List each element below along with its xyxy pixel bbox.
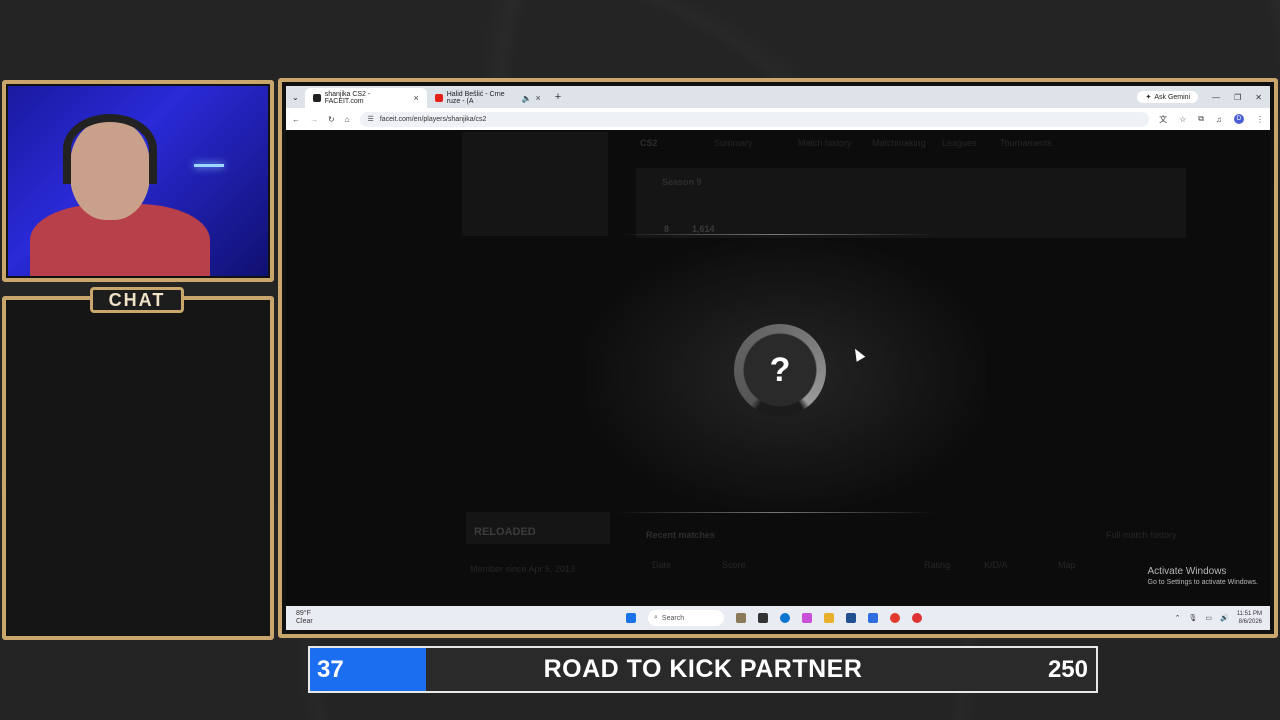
profile-avatar[interactable]: D bbox=[1234, 114, 1244, 124]
search-icon: ⌕ bbox=[654, 614, 658, 621]
menu-dots-icon[interactable]: ⋮ bbox=[1256, 115, 1264, 124]
tab-match-history[interactable]: Match history bbox=[798, 138, 852, 148]
browser-capture-frame: ⌄ shanjika CS2 - FACEIT.com × Halid Bešl… bbox=[278, 78, 1278, 638]
volume-icon[interactable]: 🔊 bbox=[1220, 614, 1229, 622]
tab-summary[interactable]: Summary bbox=[714, 138, 753, 148]
chrome-icon[interactable] bbox=[890, 613, 900, 623]
restore-icon[interactable]: ❐ bbox=[1234, 93, 1241, 102]
store-icon[interactable] bbox=[846, 613, 856, 623]
windows-start-icon[interactable] bbox=[626, 613, 636, 623]
activate-windows-watermark: Activate Windows Go to Settings to activ… bbox=[1148, 566, 1259, 586]
close-tab-icon[interactable]: × bbox=[535, 93, 540, 103]
game-label: CS2 bbox=[640, 138, 658, 148]
chevron-up-icon[interactable]: ⌃ bbox=[1175, 614, 1181, 622]
col-map: Map bbox=[1058, 560, 1076, 570]
app-icon[interactable] bbox=[758, 613, 768, 623]
chat-label: CHAT bbox=[90, 287, 184, 313]
media-icon[interactable]: ♫ bbox=[1216, 115, 1222, 124]
close-window-icon[interactable]: ✕ bbox=[1255, 93, 1262, 102]
season-card bbox=[636, 168, 1186, 238]
question-mark-icon: ? bbox=[769, 350, 791, 389]
tab-leagues[interactable]: Leagues bbox=[942, 138, 977, 148]
goal-target: 250 bbox=[1047, 655, 1088, 683]
clock-date: 8/6/2026 bbox=[1238, 619, 1262, 625]
extensions-icon[interactable]: ⧉ bbox=[1198, 114, 1204, 124]
ask-gemini-button[interactable]: ✦ Ask Gemini bbox=[1137, 91, 1199, 103]
address-bar-row: ← → ↻ ⌂ ☰ faceit.com/en/players/shanjika… bbox=[286, 108, 1270, 130]
forward-icon[interactable]: → bbox=[310, 115, 318, 124]
network-icon[interactable]: ▭ bbox=[1205, 614, 1212, 622]
task-view-icon[interactable] bbox=[736, 613, 746, 623]
divider-line bbox=[616, 234, 936, 235]
recent-matches-title: Recent matches bbox=[646, 530, 716, 540]
url-field[interactable]: ☰ faceit.com/en/players/shanjika/cs2 bbox=[359, 111, 1150, 127]
tab-title: Halid Bešlić - Crne ruze - (A bbox=[446, 91, 505, 105]
url-text: faceit.com/en/players/shanjika/cs2 bbox=[379, 115, 487, 123]
chat-panel bbox=[2, 296, 274, 640]
speaker-icon[interactable]: 🔈 bbox=[521, 94, 531, 103]
weather-temp: 89°F bbox=[296, 610, 311, 617]
level-badge: 8 bbox=[664, 224, 670, 234]
copilot-icon[interactable] bbox=[802, 613, 812, 623]
app2-icon[interactable] bbox=[912, 613, 922, 623]
new-tab-button[interactable]: + bbox=[555, 91, 561, 103]
gemini-icon: ✦ bbox=[1145, 94, 1152, 101]
back-icon[interactable]: ← bbox=[292, 115, 300, 124]
tab-menu-icon[interactable]: ⌄ bbox=[292, 93, 299, 102]
col-rating: Rating bbox=[924, 560, 951, 570]
faceit-page: CS2 Summary Match history Matchmaking Le… bbox=[286, 130, 1270, 614]
member-since: Member since Apr 6, 2013 bbox=[470, 564, 576, 574]
reload-icon[interactable]: ↻ bbox=[328, 115, 335, 124]
led-light bbox=[194, 164, 224, 167]
season-title: Season 9 bbox=[662, 177, 702, 187]
file-explorer-icon[interactable] bbox=[824, 613, 834, 623]
elo-value: 1,614 bbox=[692, 224, 715, 234]
site-info-icon[interactable]: ☰ bbox=[368, 115, 374, 123]
tab-title: shanjika CS2 - FACEIT.com bbox=[324, 91, 371, 105]
minimize-icon[interactable]: — bbox=[1212, 93, 1220, 102]
col-date: Date bbox=[652, 560, 672, 570]
activate-subtitle: Go to Settings to activate Windows. bbox=[1147, 579, 1259, 586]
faceit-icon bbox=[312, 94, 321, 102]
close-tab-icon[interactable]: × bbox=[413, 93, 418, 103]
webcam-feed bbox=[8, 86, 268, 276]
tab-faceit[interactable]: shanjika CS2 - FACEIT.com × bbox=[304, 88, 427, 108]
browser-tab-bar: ⌄ shanjika CS2 - FACEIT.com × Halid Bešl… bbox=[286, 86, 1270, 108]
mic-icon[interactable]: 🎙 bbox=[1189, 614, 1198, 622]
headset-icon bbox=[63, 114, 157, 184]
full-history-link[interactable]: Full match history bbox=[1106, 530, 1177, 540]
home-icon[interactable]: ⌂ bbox=[345, 115, 350, 124]
col-score: Score bbox=[722, 560, 746, 570]
tab-youtube[interactable]: Halid Bešlić - Crne ruze - (A 🔈 × bbox=[427, 88, 549, 108]
webcam-frame bbox=[2, 80, 274, 282]
loading-spinner: ? bbox=[734, 324, 826, 416]
divider-line bbox=[616, 512, 936, 513]
youtube-icon bbox=[434, 94, 443, 102]
tab-matchmaking[interactable]: Matchmaking bbox=[872, 138, 926, 148]
ask-gemini-label: Ask Gemini bbox=[1154, 93, 1191, 101]
col-kda: K/D/A bbox=[984, 560, 1008, 570]
search-placeholder: Search bbox=[661, 614, 685, 622]
translate-icon[interactable]: 文 bbox=[1159, 114, 1167, 125]
reloaded-label: RELOADED bbox=[474, 526, 536, 538]
weather-widget[interactable]: 89°F Clear bbox=[296, 610, 313, 626]
player-banner bbox=[462, 132, 608, 236]
bookmark-star-icon[interactable]: ☆ bbox=[1179, 115, 1186, 124]
windows-taskbar: 89°F Clear ⌕ Search ⌃ 🎙 ▭ 🔊 11:51 PM 8/6… bbox=[286, 606, 1270, 630]
edge-icon[interactable] bbox=[780, 613, 790, 623]
activate-title: Activate Windows bbox=[1147, 566, 1227, 577]
goal-progress-bar: 37 ROAD TO KICK PARTNER 250 bbox=[308, 646, 1098, 693]
taskbar-search[interactable]: ⌕ Search bbox=[648, 610, 724, 626]
clock[interactable]: 11:51 PM 8/6/2026 bbox=[1237, 610, 1262, 626]
weather-condition: Clear bbox=[296, 618, 313, 625]
clock-time: 11:51 PM bbox=[1236, 611, 1262, 617]
mail-icon[interactable] bbox=[868, 613, 878, 623]
tab-tournaments[interactable]: Tournaments bbox=[1000, 138, 1052, 148]
goal-title: ROAD TO KICK PARTNER bbox=[543, 655, 863, 683]
